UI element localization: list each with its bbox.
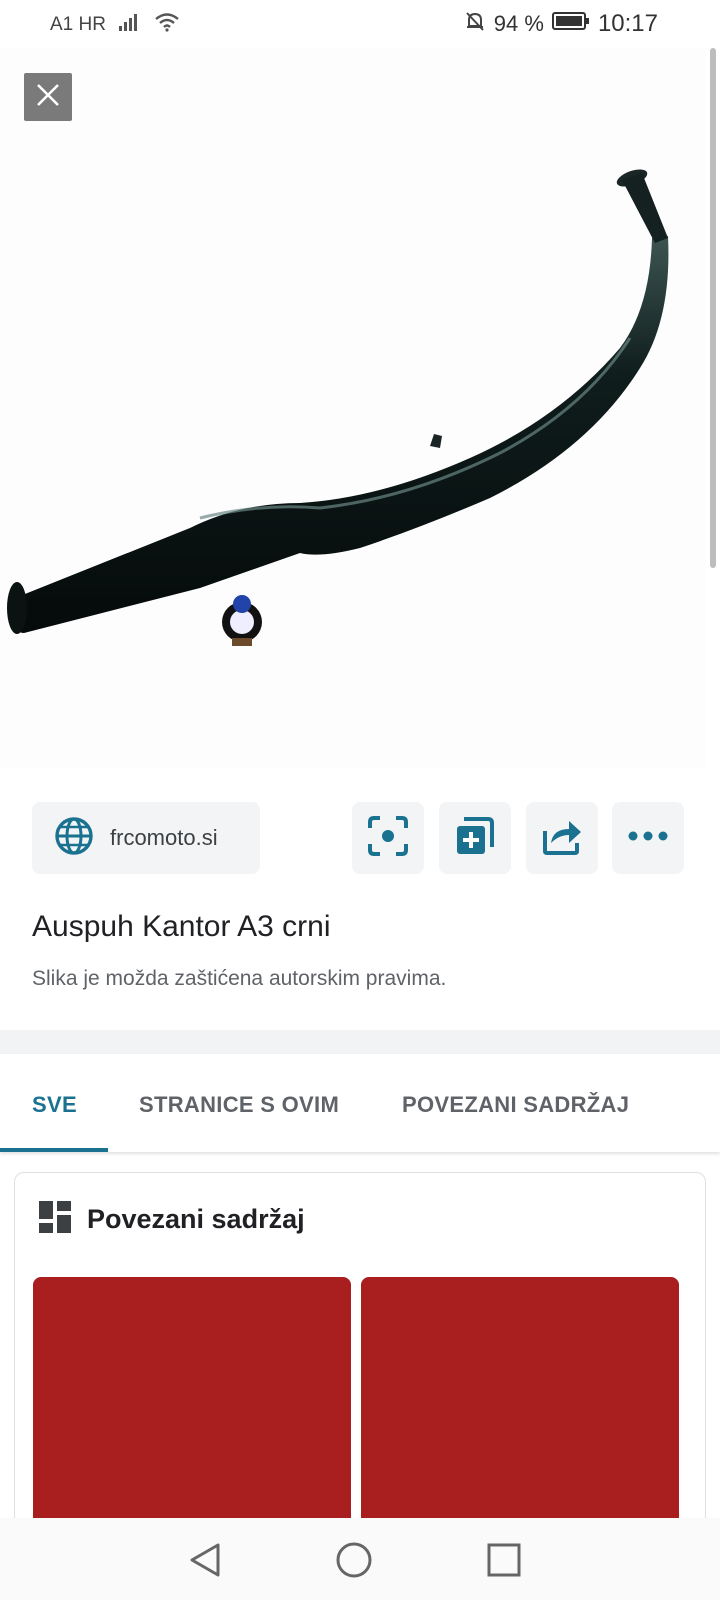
lens-icon	[367, 815, 409, 862]
scrollbar[interactable]	[710, 48, 716, 568]
battery-percent: 94 %	[493, 11, 544, 36]
status-bar: A1 HR 94 % 10:17	[0, 0, 720, 48]
image-viewer[interactable]	[0, 48, 706, 768]
section-divider	[0, 1030, 720, 1054]
source-domain: frcomoto.si	[110, 825, 218, 850]
lens-search-button[interactable]	[352, 802, 424, 874]
mute-bell-icon	[464, 10, 486, 38]
source-link[interactable]: frcomoto.si	[32, 802, 260, 874]
tab-all[interactable]: SVE	[32, 1092, 77, 1118]
tab-bar: SVE STRANICE S OVIM POVEZANI SADRŽAJ	[0, 1054, 720, 1152]
close-button[interactable]	[24, 73, 72, 121]
home-button[interactable]	[334, 1540, 374, 1580]
recents-square-icon	[484, 1543, 524, 1584]
battery-icon	[551, 11, 590, 37]
image-title: Auspuh Kantor A3 crni	[32, 910, 331, 943]
active-tab-indicator	[0, 1148, 108, 1152]
wifi-icon	[154, 12, 180, 38]
close-icon	[35, 82, 61, 113]
share-button[interactable]	[526, 802, 598, 874]
share-icon	[541, 815, 583, 862]
carrier-label: A1 HR	[50, 14, 106, 35]
add-to-collection-button[interactable]	[439, 802, 511, 874]
exhaust-pipe-image	[7, 169, 669, 646]
related-content-title: Povezani sadržaj	[87, 1204, 305, 1234]
status-left: A1 HR	[50, 12, 180, 38]
tab-pages-with-image[interactable]: STRANICE S OVIM	[139, 1092, 339, 1118]
recents-button[interactable]	[484, 1540, 524, 1580]
back-button[interactable]	[186, 1540, 226, 1580]
more-icon	[627, 829, 669, 847]
tab-related-content[interactable]: POVEZANI SADRŽAJ	[402, 1092, 629, 1118]
system-nav-bar	[0, 1518, 720, 1600]
clock: 10:17	[597, 10, 658, 37]
related-content-card: Povezani sadržaj	[14, 1172, 706, 1572]
status-right: 94 % 10:17	[464, 10, 658, 38]
add-to-collection-icon	[454, 815, 496, 862]
back-triangle-icon	[186, 1543, 226, 1584]
dashboard-icon	[39, 1201, 71, 1238]
card-header: Povezani sadržaj	[39, 1201, 305, 1238]
globe-icon	[54, 816, 94, 861]
home-circle-icon	[334, 1542, 374, 1584]
more-options-button[interactable]	[612, 802, 684, 874]
copyright-note: Slika je možda zaštićena autorskim pravi…	[32, 967, 447, 990]
signal-icon	[118, 12, 142, 38]
